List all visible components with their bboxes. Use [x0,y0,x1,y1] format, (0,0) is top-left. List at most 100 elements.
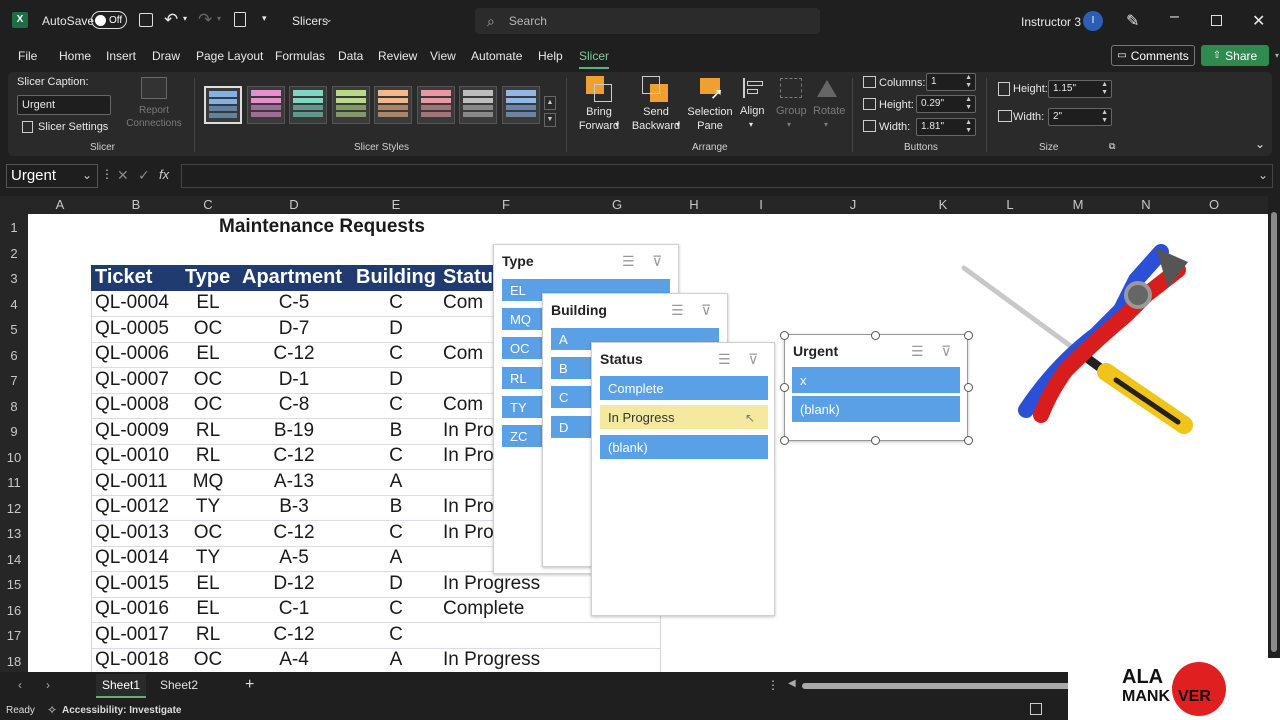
slicer-style-swatch[interactable] [331,86,370,124]
slicer-style-swatch[interactable] [374,86,412,124]
clear-filter-icon[interactable]: ⊽ [652,253,662,270]
column-header-f[interactable]: F [440,196,572,214]
group-chevron-down-icon[interactable]: ▾ [787,120,791,129]
row-header[interactable]: 12 [0,501,28,516]
resize-handle[interactable] [780,436,789,445]
send-backward-chevron-down-icon[interactable]: ▾ [676,120,680,129]
multi-select-icon[interactable]: ☰ [671,302,684,319]
slicer-urgent-item[interactable]: x [792,367,960,393]
next-sheet-icon[interactable]: › [46,678,50,692]
row-header[interactable]: 6 [0,348,28,363]
size-height-input[interactable]: 1.15" ▲ ▼ [1048,80,1112,98]
accessibility-status[interactable]: Accessibility: Investigate [62,705,182,716]
clear-filter-icon[interactable]: ⊽ [701,302,711,319]
menu-insert[interactable]: Insert [106,49,136,63]
menu-automate[interactable]: Automate [471,49,522,63]
pen-icon[interactable]: ✎ [1126,11,1139,31]
column-header-b[interactable]: B [92,196,180,214]
clear-filter-icon[interactable]: ⊽ [748,351,758,368]
align-chevron-down-icon[interactable]: ▾ [749,120,753,129]
row-header[interactable]: 11 [0,475,28,490]
slicer-style-swatch[interactable] [246,86,285,124]
group-button[interactable]: Group [776,105,807,117]
insert-function-button[interactable]: fx [159,167,169,182]
menu-home[interactable]: Home [59,49,91,63]
row-header[interactable]: 4 [0,297,28,312]
horizontal-scrollbar[interactable]: ◀ [788,678,1078,692]
header-apartment[interactable]: Apartment [242,266,342,289]
slicer-status-item[interactable]: (blank) [600,435,768,459]
vertical-scrollbar[interactable] [1268,196,1280,674]
styles-more-icon[interactable]: ▼ [544,113,556,127]
resize-handle[interactable] [780,383,789,392]
worksheet[interactable]: Maintenance Requests Ticket Type Apartme… [28,214,1268,672]
minimize-icon[interactable]: – [1170,8,1179,26]
autosave-toggle[interactable]: Off [91,11,127,29]
row-header[interactable]: 5 [0,322,28,337]
bring-forward-chevron-down-icon[interactable]: ▾ [615,120,619,129]
file-name[interactable]: Slicers [292,14,328,28]
menu-formulas[interactable]: Formulas [275,49,325,63]
accessibility-icon[interactable]: ✧ [47,703,57,717]
size-width-spinner-icon[interactable]: ▲ ▼ [1101,109,1108,125]
comments-button[interactable]: ▭ Comments [1111,45,1195,66]
more-options-icon[interactable]: ⋮ [101,167,113,181]
menu-page-layout[interactable]: Page Layout [196,49,263,63]
row-header[interactable]: 1 [0,220,28,235]
multi-select-icon[interactable]: ☰ [911,343,924,360]
menu-view[interactable]: View [430,49,456,63]
prev-sheet-icon[interactable]: ‹ [18,678,22,692]
scroll-left-icon[interactable]: ◀ [788,678,796,689]
select-all-corner[interactable] [0,196,28,214]
close-icon[interactable]: ✕ [1252,11,1265,31]
column-header-k[interactable]: K [910,196,976,214]
redo-dropdown-icon[interactable]: ▾ [217,14,221,23]
row-header[interactable]: 10 [0,450,28,465]
size-width-input[interactable]: 2" ▲ ▼ [1048,108,1112,126]
resize-handle[interactable] [780,331,789,340]
button-height-input[interactable]: 0.29" ▲ ▼ [916,95,976,113]
slicer-style-swatch[interactable] [501,86,540,124]
redo-icon[interactable]: ↷ [198,10,212,30]
slicer-style-swatch[interactable] [416,86,455,124]
tab-sheet1[interactable]: Sheet1 [96,674,147,698]
button-height-spinner-icon[interactable]: ▲ ▼ [965,96,972,112]
row-header[interactable]: 15 [0,577,28,592]
slicer-status-item[interactable]: Complete [600,376,768,400]
row-header[interactable]: 14 [0,552,28,567]
file-name-chevron-down-icon[interactable]: ⌄ [325,14,333,25]
horizontal-scroll-thumb[interactable] [802,683,1072,689]
row-header[interactable]: 3 [0,271,28,286]
menu-review[interactable]: Review [378,49,417,63]
share-button[interactable]: ⇧ Share ▾ [1201,45,1279,66]
resize-handle[interactable] [871,436,880,445]
undo-icon[interactable]: ↶ [164,10,178,30]
maximize-icon[interactable] [1211,15,1222,26]
slicer-status-item-hover[interactable]: In Progress [600,405,768,429]
selection-pane-button[interactable]: Selection Pane [684,105,736,133]
user-name[interactable]: Instructor 3 [1021,15,1081,29]
row-header[interactable]: 8 [0,399,28,414]
add-sheet-button[interactable]: + [245,676,254,694]
row-header[interactable]: 7 [0,373,28,388]
row-header[interactable]: 17 [0,628,28,643]
column-header-i[interactable]: I [726,196,796,214]
styles-scroll-up-icon[interactable]: ▲ [544,96,556,110]
multi-select-icon[interactable]: ☰ [718,351,731,368]
resize-handle[interactable] [871,331,880,340]
tools-picture[interactable] [956,240,1196,440]
size-dialog-launcher-icon[interactable]: ⧉ [1109,141,1115,152]
menu-file[interactable]: File [18,49,37,63]
header-ticket[interactable]: Ticket [95,266,152,289]
normal-view-icon[interactable] [1030,703,1042,715]
cancel-icon[interactable]: ✕ [117,167,129,184]
menu-draw[interactable]: Draw [152,49,180,63]
multi-select-icon[interactable]: ☰ [622,253,635,270]
slicer-style-swatch[interactable] [459,86,497,124]
row-header[interactable]: 9 [0,424,28,439]
rotate-chevron-down-icon[interactable]: ▾ [824,120,828,129]
slicer-caption-input[interactable]: Urgent [17,95,111,115]
button-width-input[interactable]: 1.81" ▲ ▼ [916,118,976,136]
header-type[interactable]: Type [185,266,230,289]
row-header[interactable]: 13 [0,526,28,541]
